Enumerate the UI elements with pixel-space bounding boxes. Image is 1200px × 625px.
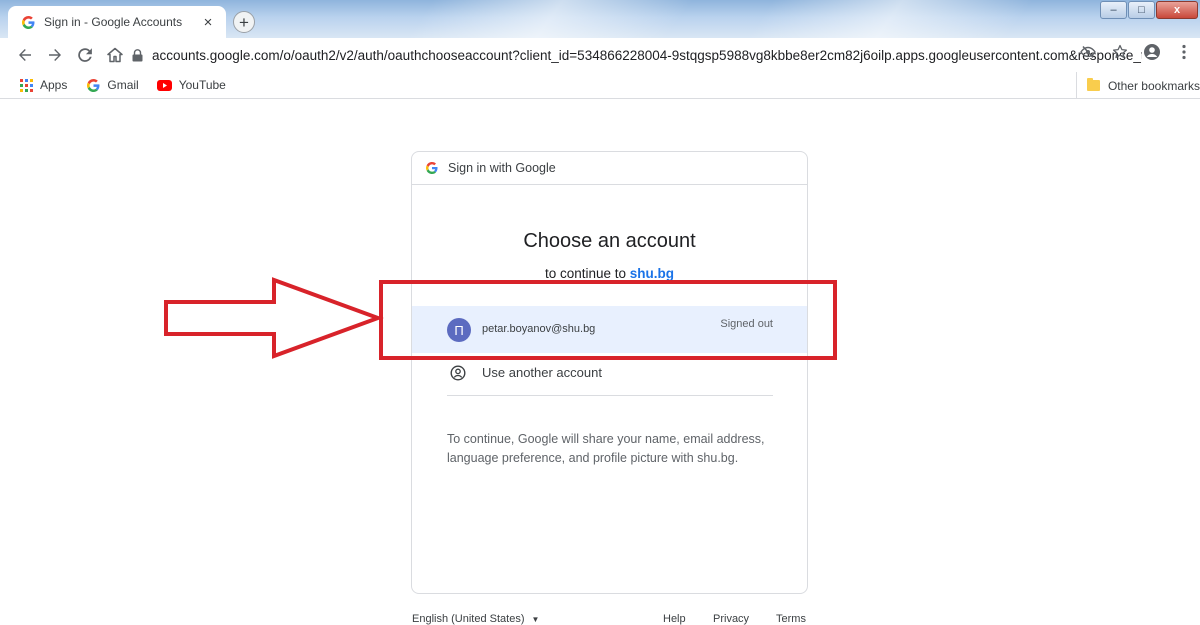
bookmarks-bar: Apps Gmail YouTube Other bookmarks <box>0 72 1200 99</box>
account-status: Signed out <box>720 318 773 330</box>
continue-to-domain-link[interactable]: shu.bg <box>630 266 674 281</box>
browser-titlebar: Sign in - Google Accounts × + – □ x <box>0 0 1200 38</box>
annotation-arrow-icon <box>164 277 384 359</box>
reload-icon[interactable] <box>72 42 98 68</box>
new-tab-button[interactable]: + <box>233 11 255 33</box>
maximize-button[interactable]: □ <box>1128 1 1155 19</box>
account-circle-icon <box>447 362 469 384</box>
titlebar-decoration <box>746 0 1034 38</box>
tab-title: Sign in - Google Accounts <box>44 15 183 29</box>
toolbar-actions <box>1078 42 1194 62</box>
other-bookmarks-label: Other bookmarks <box>1107 78 1200 93</box>
google-g-icon <box>20 14 36 30</box>
terms-link[interactable]: Terms <box>776 613 806 625</box>
language-label: English (United States) <box>412 613 525 625</box>
continue-to-prefix: to continue to <box>544 266 630 281</box>
bookmark-gmail[interactable]: Gmail <box>85 77 139 93</box>
tab-close-icon[interactable]: × <box>200 14 216 31</box>
help-link[interactable]: Help <box>663 613 686 625</box>
avatar: П <box>447 318 471 342</box>
google-g-icon <box>426 162 438 174</box>
apps-grid-icon <box>18 77 34 93</box>
continue-to-text: to continue to shu.bg <box>412 266 807 281</box>
consent-disclaimer: To continue, Google will share your name… <box>447 432 765 465</box>
use-another-account-button[interactable]: Use another account <box>447 363 773 396</box>
card-header: Sign in with Google <box>412 152 807 185</box>
menu-kebab-icon[interactable] <box>1174 42 1194 62</box>
home-icon[interactable] <box>102 42 128 68</box>
minimize-button[interactable]: – <box>1100 1 1127 19</box>
bookmark-youtube[interactable]: YouTube <box>157 77 226 93</box>
card-header-title: Sign in with Google <box>448 161 556 175</box>
privacy-link[interactable]: Privacy <box>713 613 749 625</box>
browser-toolbar: accounts.google.com/o/oauth2/v2/auth/oau… <box>0 38 1200 72</box>
lock-icon <box>130 47 144 63</box>
bookmark-star-icon[interactable] <box>1110 42 1130 62</box>
forward-arrow-icon[interactable] <box>42 42 68 68</box>
back-arrow-icon[interactable] <box>12 42 38 68</box>
address-url: accounts.google.com/o/oauth2/v2/auth/oau… <box>152 47 1142 63</box>
page-footer: English (United States) ▼ Help Privacy T… <box>411 613 808 625</box>
folder-icon <box>1086 78 1100 91</box>
tracking-blocked-icon[interactable] <box>1078 42 1098 62</box>
window-controls: – □ x <box>1100 1 1198 19</box>
youtube-icon <box>157 77 173 93</box>
page-title: Choose an account <box>523 230 696 252</box>
bookmark-label: Apps <box>40 78 68 92</box>
bookmark-apps[interactable]: Apps <box>18 77 67 93</box>
account-email: petar.boyanov@shu.bg <box>482 323 596 335</box>
other-bookmarks[interactable]: Other bookmarks <box>1075 72 1200 99</box>
google-g-icon <box>85 77 101 93</box>
account-item[interactable]: П petar.boyanov@shu.bg Signed out <box>412 306 807 353</box>
titlebar-decoration <box>406 0 694 38</box>
use-another-account-label: Use another account <box>482 365 602 380</box>
address-bar[interactable]: accounts.google.com/o/oauth2/v2/auth/oau… <box>130 42 1142 68</box>
language-select[interactable]: English (United States) ▼ <box>412 613 539 625</box>
bookmark-label: Gmail <box>107 78 139 92</box>
bookmark-label: YouTube <box>178 78 226 92</box>
profile-icon[interactable] <box>1142 42 1162 62</box>
browser-tab-active[interactable]: Sign in - Google Accounts × <box>8 6 226 38</box>
chevron-down-icon: ▼ <box>531 614 540 624</box>
window-close-button[interactable]: x <box>1156 1 1198 19</box>
sign-in-card: Sign in with Google Choose an account to… <box>411 151 808 594</box>
